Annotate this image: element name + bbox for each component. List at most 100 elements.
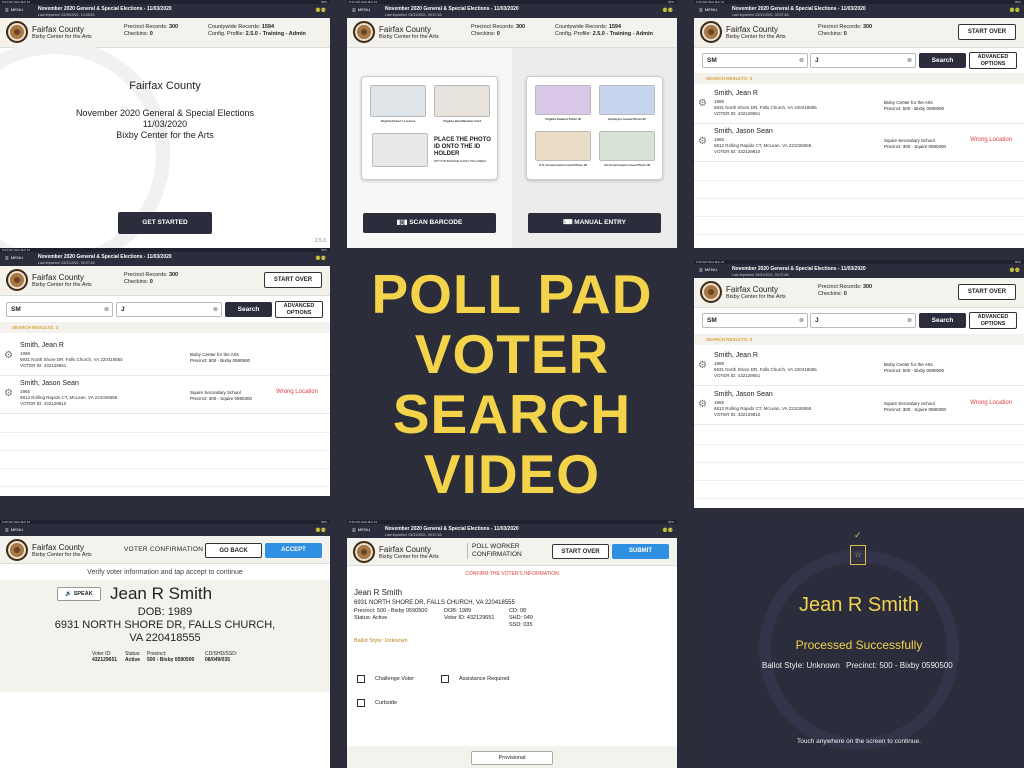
menu-button[interactable]: ≡ MENU [5,255,23,262]
speaker-icon: 🔊 [65,591,74,597]
panel-processed[interactable]: ✓ ☆ Jean R Smith Processed Successfully … [694,520,1024,768]
advanced-options-button[interactable]: ADVANCED OPTIONS [969,312,1017,329]
clear-icon[interactable]: ⊗ [799,317,804,324]
search-button[interactable]: Search [225,302,272,317]
first-name-input[interactable]: J ⊗ [810,53,916,68]
last-name-input[interactable]: SM ⊗ [702,313,808,328]
first-name-input[interactable]: J ⊗ [810,313,916,328]
continue-instruction: Touch anywhere on the screen to continue… [797,738,921,745]
gear-icon[interactable]: ⚙ [698,98,707,109]
panel-scan-id: 9:41 AM Wed Mar 31 99% ≡ MENU November 202… [347,0,677,248]
county-seal-icon [6,21,28,43]
last-name-input[interactable]: SM ⊗ [702,53,808,68]
speak-button[interactable]: 🔊 SPEAK [57,587,101,601]
clear-icon[interactable]: ⊗ [104,306,109,313]
top-nav: ≡ MENU November 2020 General & Special El… [694,264,1024,278]
drivers-license-image: Virginia Driver's License [370,85,426,123]
place-id-instruction: PLACE THE PHOTO ID ONTO THE ID HOLDER [434,137,491,157]
menu-button[interactable]: ≡ MENU [5,527,23,534]
poll-workers-icon[interactable]: ⚉⚉ [1009,267,1020,274]
keyboard-icon: ⌨ [563,219,575,226]
county-seal-icon [6,269,28,291]
clear-icon[interactable]: ⊗ [907,317,912,324]
get-started-button[interactable]: GET STARTED [118,212,212,234]
welcome-county: Fairfax County [129,80,201,92]
county-seal-icon [353,21,375,43]
start-over-button[interactable]: START OVER [264,272,322,288]
voter-row[interactable]: ⚙ Smith, Jean R 1989 6931 North Shore DR… [0,338,330,376]
poll-workers-icon[interactable]: ⚉⚉ [662,527,673,534]
voter-address-2: VA 220418555 [129,632,201,644]
hamburger-icon: ≡ [5,256,9,262]
submit-button[interactable]: SUBMIT [612,544,669,559]
manual-entry-button[interactable]: ⌨ MANUAL ENTRY [528,213,661,233]
gear-icon[interactable]: ⚙ [698,399,707,410]
county-seal-icon [700,281,722,303]
curbside-checkbox[interactable] [357,699,365,707]
poll-workers-icon[interactable]: ⚉⚉ [1009,7,1020,14]
menu-button[interactable]: ≡ MENU [352,527,370,534]
processed-status: Processed Successfully [795,638,923,652]
accept-button[interactable]: ACCEPT [265,543,322,558]
voter-row[interactable]: ⚙ Smith, Jason Sean 1965 6812 Rolling Ra… [694,124,1024,162]
go-back-button[interactable]: GO BACK [205,543,262,558]
va-gov-id-image: VA Government-issued Photo ID [599,131,655,167]
first-name-input[interactable]: J ⊗ [116,302,222,317]
menu-button[interactable]: ≡ MENU [699,267,717,274]
panel-search-results-3: 9:43 AM Wed Mar 31 99% ≡ MENU November 202… [694,260,1024,508]
advanced-options-button[interactable]: ADVANCED OPTIONS [969,52,1017,69]
panel-voter-confirmation: 9:45 AM Wed Mar 31 99% ≡ MENU ⚉⚉ Fairfax C… [0,520,330,768]
provisional-button[interactable]: Provisional [471,751,553,765]
county-seal-icon [6,539,28,561]
poll-workers-icon[interactable]: ⚉⚉ [315,255,326,262]
verify-instruction: Verify voter information and tap accept … [87,569,243,576]
voter-row[interactable]: ⚙ Smith, Jean R 1989 6931 North Shore DR… [694,348,1024,386]
hamburger-icon: ≡ [5,8,9,14]
version-label: 2.5.0 [314,238,326,244]
voter-row[interactable]: ⚙ Smith, Jason Sean 1965 6812 Rolling Ra… [0,376,330,414]
search-button[interactable]: Search [919,53,966,68]
gear-icon[interactable]: ⚙ [4,388,13,399]
voter-row[interactable]: ⚙ Smith, Jean R 1989 6931 North Shore DR… [694,86,1024,124]
menu-button[interactable]: ≡ MENU [352,7,370,14]
panel-search-results-2: 9:43 AM Wed Mar 31 99% ≡ MENU November 202… [0,248,330,496]
search-button[interactable]: Search [919,313,966,328]
manual-id-card: Virginia Student Photo ID Employer-issue… [526,76,663,180]
scan-barcode-button[interactable]: ▮▯▮ SCAN BARCODE [363,213,496,233]
start-over-button[interactable]: START OVER [958,24,1016,40]
top-nav: ≡ MENU November 2020 General & Special El… [694,4,1024,18]
voter-confirmation-heading: VOTER CONFIRMATION [124,546,204,553]
top-nav: ≡ MENU ⚉⚉ [0,524,330,536]
assistance-required-checkbox[interactable] [441,675,449,683]
poll-workers-icon[interactable]: ⚉⚉ [662,7,673,14]
video-title: POLL PAD VOTER SEARCH VIDEO [371,263,653,505]
start-over-button[interactable]: START OVER [958,284,1016,300]
gear-icon[interactable]: ⚙ [4,350,13,361]
search-results-count: SEARCH RESULTS: 3 [694,73,1024,84]
ballot-badge-icon: ☆ [850,545,866,565]
top-nav: ≡ MENU November 2020 General & Special El… [347,524,677,538]
welcome-election: November 2020 General & Special Election… [75,108,255,118]
voter-name: Jean R Smith [354,588,403,597]
menu-button[interactable]: ≡ MENU [5,7,23,14]
voter-name: Jean R Smith [110,584,213,603]
clear-icon[interactable]: ⊗ [907,57,912,64]
voter-row[interactable]: ⚙ Smith, Jason Sean 1965 6812 Rolling Ra… [694,387,1024,425]
menu-button[interactable]: ≡ MENU [699,7,717,14]
challenge-voter-checkbox[interactable] [357,675,365,683]
clear-icon[interactable]: ⊗ [213,306,218,313]
panel-poll-worker-confirmation: 9:45 AM Wed Mar 31 99% ≡ MENU November 202… [347,520,677,768]
welcome-location: Bixby Center for the Arts [116,130,214,140]
start-over-button[interactable]: START OVER [552,544,609,559]
gear-icon[interactable]: ⚙ [698,360,707,371]
hamburger-icon: ≡ [352,8,356,14]
poll-workers-icon[interactable]: ⚉⚉ [315,7,326,14]
wrong-location-badge: Wrong Location [276,389,318,395]
clear-icon[interactable]: ⊗ [799,57,804,64]
wrong-location-badge: Wrong Location [970,400,1012,406]
gear-icon[interactable]: ⚙ [698,136,707,147]
advanced-options-button[interactable]: ADVANCED OPTIONS [275,301,323,318]
hamburger-icon: ≡ [699,268,703,274]
poll-workers-icon[interactable]: ⚉⚉ [315,527,326,534]
last-name-input[interactable]: SM ⊗ [6,302,113,317]
